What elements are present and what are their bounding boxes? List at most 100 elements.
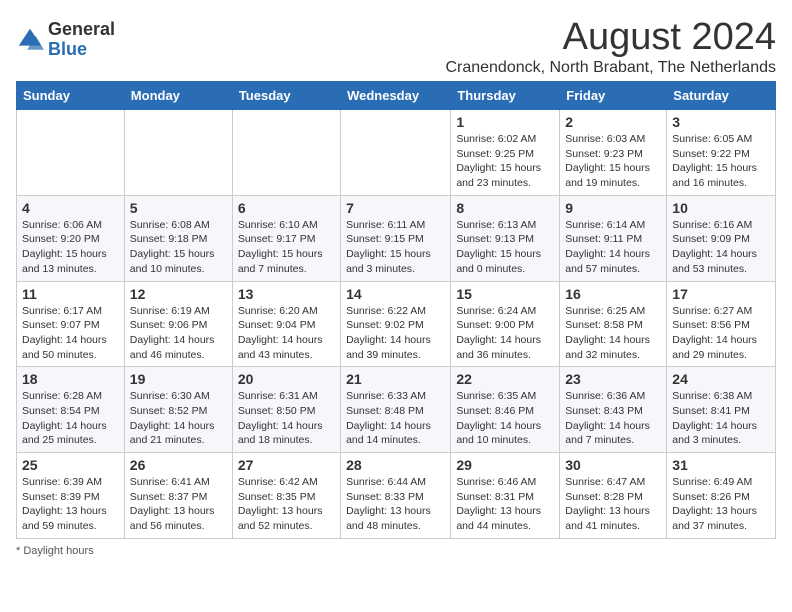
logo: General Blue [16,20,115,60]
footer-note: * Daylight hours [16,545,776,557]
calendar-cell-week3-day4: 22Sunrise: 6:35 AM Sunset: 8:46 PM Dayli… [451,367,560,453]
day-number: 17 [672,286,770,302]
day-number: 2 [565,114,661,130]
footer-text: Daylight hours [23,545,93,557]
calendar-cell-week4-day3: 28 Sunrise: 6:44 AM Sunset: 8:33 PM Dayli… [341,453,451,539]
day-number: 22 [456,371,554,387]
day-info: Sunrise: 6:33 AM Sunset: 8:48 PM Dayligh… [346,389,445,448]
day-number: 6 [238,200,335,216]
header: General Blue August 2024 Cranendonck, No… [16,16,776,77]
calendar-cell-week1-day6: 10 Sunrise: 6:16 AM Sunset: 9:09 PM Dayli… [667,195,776,281]
day-info: Sunrise: 6:14 AM Sunset: 9:11 PM Dayligh… [565,218,661,277]
day-number: 24 [672,371,770,387]
calendar-cell-week3-day1: 19Sunrise: 6:30 AM Sunset: 8:52 PM Dayli… [124,367,232,453]
calendar-cell-week4-day0: 25 Sunrise: 6:39 AM Sunset: 8:39 PM Dayli… [17,453,125,539]
calendar-cell-week1-day3: 7 Sunrise: 6:11 AM Sunset: 9:15 PM Daylig… [341,195,451,281]
day-number: 21 [346,371,445,387]
calendar-cell-week0-day5: 2 Sunrise: 6:03 AM Sunset: 9:23 PM Daylig… [560,110,667,196]
calendar-cell-week2-day3: 14Sunrise: 6:22 AM Sunset: 9:02 PM Dayli… [341,281,451,367]
calendar-cell-week2-day0: 11 Sunrise: 6:17 AM Sunset: 9:07 PM Dayli… [17,281,125,367]
logo-blue-text: Blue [48,40,115,60]
calendar-cell-week4-day5: 30 Sunrise: 6:47 AM Sunset: 8:28 PM Dayli… [560,453,667,539]
day-number: 9 [565,200,661,216]
day-info: Sunrise: 6:25 AM Sunset: 8:58 PM Dayligh… [565,304,661,363]
day-info: Sunrise: 6:39 AM Sunset: 8:39 PM Dayligh… [22,475,119,534]
day-info: Sunrise: 6:13 AM Sunset: 9:13 PM Dayligh… [456,218,554,277]
day-info: Sunrise: 6:47 AM Sunset: 8:28 PM Dayligh… [565,475,661,534]
day-number: 3 [672,114,770,130]
day-info: Sunrise: 6:42 AM Sunset: 8:35 PM Dayligh… [238,475,335,534]
day-header-sunday: Sunday [17,82,125,110]
logo-general-text: General [48,20,115,40]
day-info: Sunrise: 6:30 AM Sunset: 8:52 PM Dayligh… [130,389,227,448]
calendar-cell-week0-day2 [232,110,340,196]
calendar-cell-week4-day4: 29 Sunrise: 6:46 AM Sunset: 8:31 PM Dayli… [451,453,560,539]
day-header-tuesday: Tuesday [232,82,340,110]
day-info: Sunrise: 6:11 AM Sunset: 9:15 PM Dayligh… [346,218,445,277]
calendar-cell-week2-day5: 16Sunrise: 6:25 AM Sunset: 8:58 PM Dayli… [560,281,667,367]
day-number: 10 [672,200,770,216]
day-number: 12 [130,286,227,302]
day-info: Sunrise: 6:27 AM Sunset: 8:56 PM Dayligh… [672,304,770,363]
calendar-cell-week1-day2: 6 Sunrise: 6:10 AM Sunset: 9:17 PM Daylig… [232,195,340,281]
day-header-saturday: Saturday [667,82,776,110]
day-info: Sunrise: 6:19 AM Sunset: 9:06 PM Dayligh… [130,304,227,363]
day-header-wednesday: Wednesday [341,82,451,110]
day-info: Sunrise: 6:02 AM Sunset: 9:25 PM Dayligh… [456,132,554,191]
calendar-cell-week1-day5: 9 Sunrise: 6:14 AM Sunset: 9:11 PM Daylig… [560,195,667,281]
calendar-cell-week0-day3 [341,110,451,196]
calendar-cell-week0-day1 [124,110,232,196]
calendar-cell-week0-day6: 3 Sunrise: 6:05 AM Sunset: 9:22 PM Daylig… [667,110,776,196]
calendar-cell-week0-day0 [17,110,125,196]
day-number: 28 [346,457,445,473]
day-info: Sunrise: 6:16 AM Sunset: 9:09 PM Dayligh… [672,218,770,277]
day-header-friday: Friday [560,82,667,110]
day-number: 20 [238,371,335,387]
day-number: 15 [456,286,554,302]
calendar-cell-week3-day2: 20 Sunrise: 6:31 AM Sunset: 8:50 PM Dayli… [232,367,340,453]
calendar-cell-week2-day6: 17 Sunrise: 6:27 AM Sunset: 8:56 PM Dayli… [667,281,776,367]
day-number: 11 [22,286,119,302]
calendar-cell-week1-day1: 5 Sunrise: 6:08 AM Sunset: 9:18 PM Daylig… [124,195,232,281]
day-number: 18 [22,371,119,387]
day-number: 1 [456,114,554,130]
calendar-cell-week3-day0: 18 Sunrise: 6:28 AM Sunset: 8:54 PM Dayli… [17,367,125,453]
day-number: 30 [565,457,661,473]
calendar-cell-week0-day4: 1 Sunrise: 6:02 AM Sunset: 9:25 PM Daylig… [451,110,560,196]
day-info: Sunrise: 6:38 AM Sunset: 8:41 PM Dayligh… [672,389,770,448]
calendar-cell-week3-day3: 21 Sunrise: 6:33 AM Sunset: 8:48 PM Dayli… [341,367,451,453]
day-number: 25 [22,457,119,473]
calendar-table: SundayMondayTuesdayWednesdayThursdayFrid… [16,81,776,539]
day-info: Sunrise: 6:22 AM Sunset: 9:02 PM Dayligh… [346,304,445,363]
day-number: 27 [238,457,335,473]
calendar-cell-week4-day1: 26Sunrise: 6:41 AM Sunset: 8:37 PM Dayli… [124,453,232,539]
location-subtitle: Cranendonck, North Brabant, The Netherla… [445,59,776,77]
day-info: Sunrise: 6:44 AM Sunset: 8:33 PM Dayligh… [346,475,445,534]
day-info: Sunrise: 6:03 AM Sunset: 9:23 PM Dayligh… [565,132,661,191]
calendar-cell-week3-day6: 24 Sunrise: 6:38 AM Sunset: 8:41 PM Dayli… [667,367,776,453]
month-title: August 2024 [445,16,776,59]
day-info: Sunrise: 6:28 AM Sunset: 8:54 PM Dayligh… [22,389,119,448]
day-header-monday: Monday [124,82,232,110]
day-info: Sunrise: 6:36 AM Sunset: 8:43 PM Dayligh… [565,389,661,448]
day-info: Sunrise: 6:24 AM Sunset: 9:00 PM Dayligh… [456,304,554,363]
calendar-cell-week1-day0: 4 Sunrise: 6:06 AM Sunset: 9:20 PM Daylig… [17,195,125,281]
calendar-cell-week3-day5: 23 Sunrise: 6:36 AM Sunset: 8:43 PM Dayli… [560,367,667,453]
calendar-cell-week1-day4: 8Sunrise: 6:13 AM Sunset: 9:13 PM Daylig… [451,195,560,281]
day-info: Sunrise: 6:31 AM Sunset: 8:50 PM Dayligh… [238,389,335,448]
day-number: 5 [130,200,227,216]
day-info: Sunrise: 6:08 AM Sunset: 9:18 PM Dayligh… [130,218,227,277]
calendar-cell-week4-day6: 31Sunrise: 6:49 AM Sunset: 8:26 PM Dayli… [667,453,776,539]
day-info: Sunrise: 6:49 AM Sunset: 8:26 PM Dayligh… [672,475,770,534]
day-info: Sunrise: 6:05 AM Sunset: 9:22 PM Dayligh… [672,132,770,191]
day-number: 7 [346,200,445,216]
day-info: Sunrise: 6:41 AM Sunset: 8:37 PM Dayligh… [130,475,227,534]
day-info: Sunrise: 6:06 AM Sunset: 9:20 PM Dayligh… [22,218,119,277]
calendar-cell-week2-day4: 15 Sunrise: 6:24 AM Sunset: 9:00 PM Dayli… [451,281,560,367]
day-info: Sunrise: 6:10 AM Sunset: 9:17 PM Dayligh… [238,218,335,277]
day-number: 29 [456,457,554,473]
day-number: 23 [565,371,661,387]
day-info: Sunrise: 6:46 AM Sunset: 8:31 PM Dayligh… [456,475,554,534]
day-number: 4 [22,200,119,216]
day-info: Sunrise: 6:17 AM Sunset: 9:07 PM Dayligh… [22,304,119,363]
